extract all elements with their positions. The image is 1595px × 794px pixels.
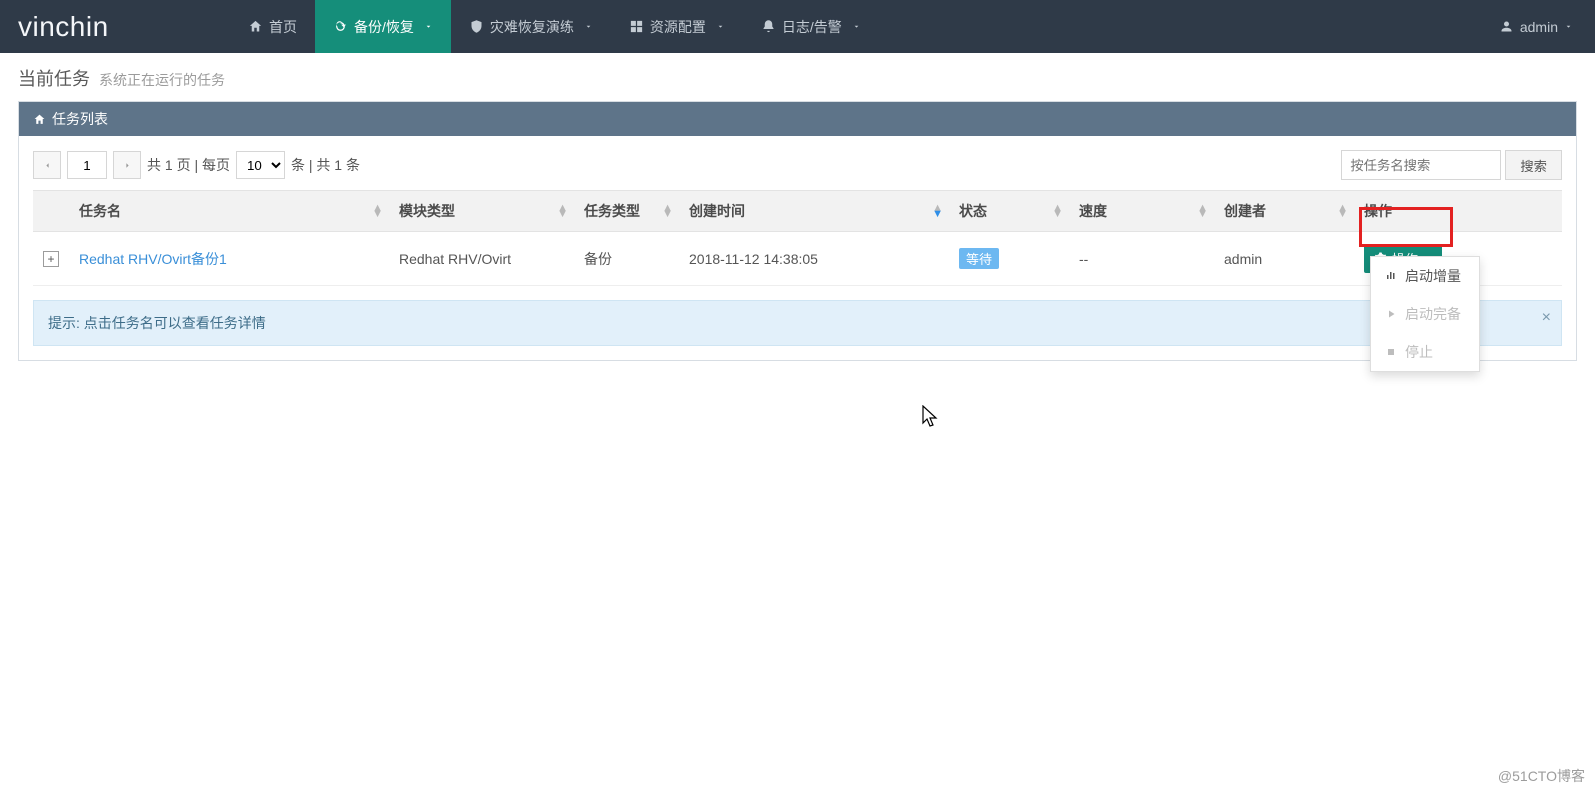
pager-prev-button[interactable]: [33, 151, 61, 179]
operation-dropdown: 启动增量 启动完备 停止: [1370, 256, 1480, 372]
nav-log[interactable]: 日志/告警: [743, 0, 879, 53]
menu-stop[interactable]: 停止: [1371, 333, 1479, 371]
pager-page-input[interactable]: [67, 151, 107, 179]
menu-start-full-label: 启动完备: [1405, 304, 1461, 324]
sort-icon: ▲▼: [932, 205, 943, 217]
pager: 共 1 页 | 每页 10 条 | 共 1 条: [33, 151, 360, 179]
nav-home[interactable]: 首页: [230, 0, 315, 53]
search-button[interactable]: 搜索: [1505, 150, 1562, 180]
col-op: 操作: [1354, 191, 1562, 232]
sort-icon: ▲▼: [372, 205, 383, 217]
nav-resource-label: 资源配置: [650, 17, 706, 37]
searchbox: 搜索: [1341, 150, 1562, 180]
page-title: 当前任务: [18, 69, 90, 89]
table-row: + Redhat RHV/Ovirt备份1 Redhat RHV/Ovirt 备…: [33, 232, 1562, 286]
bell-icon: [761, 19, 776, 34]
tasks-table: 任务名 ▲▼ 模块类型 ▲▼ 任务类型 ▲▼ 创建时间 ▲▼: [33, 190, 1562, 286]
bars-icon: [1385, 270, 1397, 282]
chevron-down-icon: [424, 22, 433, 31]
expand-toggle[interactable]: +: [43, 251, 59, 267]
col-speed[interactable]: 速度 ▲▼: [1069, 191, 1214, 232]
home-small-icon: [33, 113, 46, 126]
panel-title: 任务列表: [52, 109, 108, 129]
chevron-down-icon: [716, 22, 725, 31]
col-module[interactable]: 模块类型 ▲▼: [389, 191, 574, 232]
menu-stop-label: 停止: [1405, 342, 1433, 362]
page-subtitle: 系统正在运行的任务: [99, 72, 225, 88]
sort-icon: ▲▼: [1197, 205, 1208, 217]
nav-home-label: 首页: [269, 17, 297, 37]
cell-created: 2018-11-12 14:38:05: [679, 232, 949, 286]
col-type[interactable]: 任务类型 ▲▼: [574, 191, 679, 232]
col-expand: [33, 191, 69, 232]
sort-icon: ▲▼: [1337, 205, 1348, 217]
panel-header: 任务列表: [19, 102, 1576, 136]
col-status[interactable]: 状态 ▲▼: [949, 191, 1069, 232]
col-creator[interactable]: 创建者 ▲▼: [1214, 191, 1354, 232]
cursor-icon: [922, 405, 940, 429]
chevron-down-icon: [584, 22, 593, 31]
task-name-link[interactable]: Redhat RHV/Ovirt备份1: [79, 251, 227, 267]
nav-resource[interactable]: 资源配置: [611, 0, 743, 53]
menu-start-incremental[interactable]: 启动增量: [1371, 257, 1479, 295]
toolbar: 共 1 页 | 每页 10 条 | 共 1 条 搜索: [33, 150, 1562, 180]
sort-icon: ▲▼: [557, 205, 568, 217]
home-icon: [248, 19, 263, 34]
brand-text: vinchin: [18, 11, 109, 43]
grid-icon: [629, 19, 644, 34]
pager-suffix-text: 条 | 共 1 条: [291, 155, 360, 175]
status-badge: 等待: [959, 248, 999, 269]
page-header: 当前任务 系统正在运行的任务: [0, 53, 1595, 101]
refresh-icon: [333, 19, 348, 34]
nav-log-label: 日志/告警: [782, 17, 842, 37]
play-icon: [1385, 308, 1397, 320]
nav-dr-label: 灾难恢复演练: [490, 17, 574, 37]
cell-module: Redhat RHV/Ovirt: [389, 232, 574, 286]
nav-items: 首页 备份/恢复 灾难恢复演练 资源配置: [230, 0, 879, 53]
pager-next-button[interactable]: [113, 151, 141, 179]
chevron-down-icon: [1564, 22, 1573, 31]
menu-start-incremental-label: 启动增量: [1405, 266, 1461, 286]
task-list-panel: 任务列表 共 1 页 | 每页 10 条 | 共 1 条 搜索: [18, 101, 1577, 361]
search-input[interactable]: [1341, 150, 1501, 180]
panel-body: 共 1 页 | 每页 10 条 | 共 1 条 搜索 任务名 ▲▼: [19, 136, 1576, 360]
watermark: @51CTO博客: [1498, 766, 1585, 786]
sort-icon: ▲▼: [1052, 205, 1063, 217]
sort-icon: ▲▼: [662, 205, 673, 217]
col-created[interactable]: 创建时间 ▲▼: [679, 191, 949, 232]
brand-logo: vinchin: [0, 0, 230, 53]
shield-icon: [469, 19, 484, 34]
stop-icon: [1385, 346, 1397, 358]
nav-backup[interactable]: 备份/恢复: [315, 0, 451, 53]
close-icon[interactable]: ×: [1542, 309, 1551, 327]
cell-type: 备份: [574, 232, 679, 286]
nav-dr[interactable]: 灾难恢复演练: [451, 0, 611, 53]
cell-creator: admin: [1214, 232, 1354, 286]
col-name[interactable]: 任务名 ▲▼: [69, 191, 389, 232]
user-menu[interactable]: admin: [1477, 0, 1595, 53]
chevron-down-icon: [852, 22, 861, 31]
user-name: admin: [1520, 19, 1558, 35]
menu-start-full[interactable]: 启动完备: [1371, 295, 1479, 333]
navbar: vinchin 首页 备份/恢复 灾难恢复演练: [0, 0, 1595, 53]
hint-alert: 提示: 点击任务名可以查看任务详情 ×: [33, 300, 1562, 346]
pager-pages-text: 共 1 页 | 每页: [147, 155, 230, 175]
cell-speed: --: [1069, 232, 1214, 286]
pager-size-select[interactable]: 10: [236, 151, 285, 179]
hint-text: 提示: 点击任务名可以查看任务详情: [48, 315, 266, 331]
nav-backup-label: 备份/恢复: [354, 17, 414, 37]
user-icon: [1499, 19, 1514, 34]
